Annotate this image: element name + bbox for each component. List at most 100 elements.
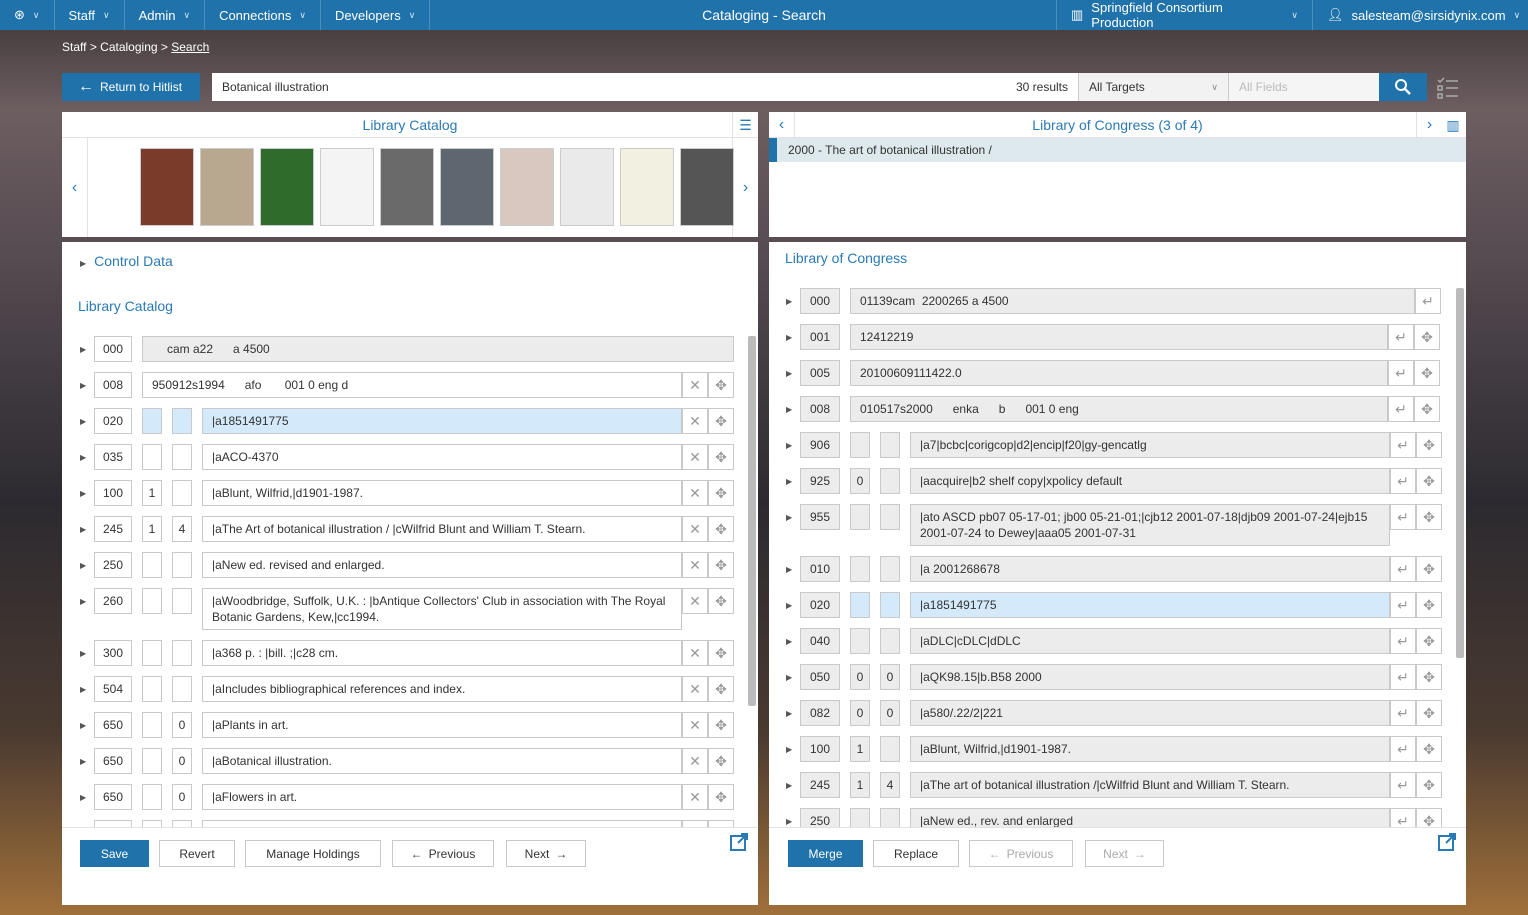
breadcrumb-cataloging[interactable]: Cataloging xyxy=(100,40,157,54)
scrollbar[interactable] xyxy=(1456,288,1464,658)
indicator-1[interactable] xyxy=(850,808,870,828)
indicator-1[interactable]: 1 xyxy=(850,772,870,798)
field-tag[interactable]: 008 xyxy=(800,396,840,422)
indicator-2[interactable] xyxy=(880,556,900,582)
indicator-2[interactable] xyxy=(172,552,192,578)
next-button[interactable]: Next → xyxy=(506,840,586,867)
return-icon[interactable]: ↵ xyxy=(1390,736,1416,762)
field-tag[interactable]: 001 xyxy=(800,324,840,350)
clear-icon[interactable]: ✕ xyxy=(682,640,708,666)
targets-select[interactable]: All Targets ∨ xyxy=(1078,73,1228,101)
move-icon[interactable]: ✥ xyxy=(1416,808,1442,828)
indicator-1[interactable]: 1 xyxy=(142,516,162,542)
caret-right-icon[interactable]: ▶ xyxy=(786,432,800,458)
checklist-icon[interactable] xyxy=(1436,76,1460,100)
move-icon[interactable]: ✥ xyxy=(1414,396,1440,422)
clear-icon[interactable]: ✕ xyxy=(682,784,708,810)
prev-result-button[interactable]: ‹ xyxy=(769,112,795,138)
indicator-2[interactable]: 0 xyxy=(880,700,900,726)
return-icon[interactable]: ↵ xyxy=(1388,396,1414,422)
field-data[interactable]: |a1851491775 xyxy=(910,592,1390,618)
caret-right-icon[interactable]: ▶ xyxy=(786,700,800,726)
move-icon[interactable]: ✥ xyxy=(708,552,734,578)
field-tag[interactable]: 245 xyxy=(94,516,132,542)
caret-right-icon[interactable]: ▶ xyxy=(80,748,94,774)
indicator-1[interactable] xyxy=(142,552,162,578)
field-tag[interactable]: 300 xyxy=(94,640,132,666)
search-input[interactable]: Botanical illustration 30 results xyxy=(212,73,1078,101)
field-tag[interactable]: 650 xyxy=(94,784,132,810)
menu-staff[interactable]: Staff ∨ xyxy=(55,0,125,30)
indicator-1[interactable]: 0 xyxy=(850,664,870,690)
clear-icon[interactable]: ✕ xyxy=(682,552,708,578)
field-tag[interactable]: 100 xyxy=(94,480,132,506)
move-icon[interactable]: ✥ xyxy=(708,516,734,542)
field-data[interactable]: |aThe Art of botanical illustration / |c… xyxy=(202,516,682,542)
move-icon[interactable]: ✥ xyxy=(708,408,734,434)
move-icon[interactable]: ✥ xyxy=(1416,556,1442,582)
previous-button[interactable]: ← Previous xyxy=(392,840,494,867)
caret-right-icon[interactable]: ▶ xyxy=(786,396,800,422)
field-tag[interactable]: 100 xyxy=(800,736,840,762)
field-data[interactable]: cam a22 a 4500 xyxy=(142,336,734,362)
caret-right-icon[interactable]: ▶ xyxy=(80,372,94,398)
return-icon[interactable]: ↵ xyxy=(1415,288,1441,314)
carousel-prev-button[interactable]: ‹ xyxy=(62,138,88,237)
replace-button[interactable]: Replace xyxy=(873,840,959,867)
field-tag[interactable]: 035 xyxy=(94,444,132,470)
caret-right-icon[interactable]: ▶ xyxy=(786,468,800,494)
book-cover[interactable] xyxy=(440,148,494,226)
book-cover[interactable] xyxy=(680,148,734,226)
return-icon[interactable]: ↵ xyxy=(1390,628,1416,654)
columns-icon[interactable]: ▥ xyxy=(1440,112,1466,138)
field-tag[interactable]: 010 xyxy=(800,556,840,582)
caret-right-icon[interactable]: ▶ xyxy=(786,592,800,618)
field-tag[interactable]: 020 xyxy=(800,592,840,618)
indicator-1[interactable] xyxy=(142,588,162,614)
indicator-2[interactable] xyxy=(172,640,192,666)
field-data[interactable]: |a1851491775 xyxy=(202,408,682,434)
field-tag[interactable]: 005 xyxy=(800,360,840,386)
indicator-2[interactable]: 0 xyxy=(172,748,192,774)
indicator-2[interactable] xyxy=(172,408,192,434)
merge-button[interactable]: Merge xyxy=(788,840,863,867)
return-icon[interactable]: ↵ xyxy=(1390,808,1416,828)
move-icon[interactable]: ✥ xyxy=(708,444,734,470)
field-data[interactable]: |aQK98.15|b.B58 2000 xyxy=(910,664,1390,690)
move-icon[interactable]: ✥ xyxy=(1416,628,1442,654)
caret-right-icon[interactable]: ▶ xyxy=(786,736,800,762)
field-tag[interactable]: 245 xyxy=(800,772,840,798)
field-data[interactable]: 01139cam 2200265 a 4500 xyxy=(850,288,1415,314)
indicator-2[interactable] xyxy=(172,676,192,702)
caret-right-icon[interactable]: ▶ xyxy=(786,288,800,314)
indicator-2[interactable] xyxy=(880,736,900,762)
caret-right-icon[interactable]: ▶ xyxy=(80,640,94,666)
field-data[interactable]: |aNew ed., rev. and enlarged xyxy=(910,808,1390,828)
clear-icon[interactable]: ✕ xyxy=(682,712,708,738)
move-icon[interactable]: ✥ xyxy=(1416,504,1442,530)
indicator-1[interactable] xyxy=(142,784,162,810)
move-icon[interactable]: ✥ xyxy=(708,588,734,614)
move-icon[interactable]: ✥ xyxy=(1416,432,1442,458)
field-tag[interactable]: 050 xyxy=(800,664,840,690)
caret-right-icon[interactable]: ▶ xyxy=(786,808,800,828)
clear-icon[interactable]: ✕ xyxy=(682,444,708,470)
caret-right-icon[interactable]: ▶ xyxy=(786,324,800,350)
caret-right-icon[interactable]: ▶ xyxy=(786,360,800,386)
indicator-2[interactable] xyxy=(172,444,192,470)
book-cover[interactable] xyxy=(560,148,614,226)
indicator-1[interactable] xyxy=(142,712,162,738)
indicator-1[interactable]: 1 xyxy=(850,736,870,762)
user-menu[interactable]: 👤︎ salesteam@sirsidynix.com ∨ xyxy=(1312,0,1528,30)
move-icon[interactable]: ✥ xyxy=(708,640,734,666)
previous-button[interactable]: ← Previous xyxy=(969,840,1073,867)
field-tag[interactable]: 925 xyxy=(800,468,840,494)
indicator-2[interactable] xyxy=(880,592,900,618)
return-icon[interactable]: ↵ xyxy=(1390,468,1416,494)
indicator-2[interactable]: 0 xyxy=(172,784,192,810)
field-data[interactable]: |aFlowers in art. xyxy=(202,784,682,810)
field-data[interactable]: |a7|bcbc|corigcop|d2|encip|f20|gy-gencat… xyxy=(910,432,1390,458)
indicator-2[interactable] xyxy=(880,808,900,828)
field-data[interactable]: |aACO-4370 xyxy=(202,444,682,470)
indicator-1[interactable] xyxy=(142,640,162,666)
